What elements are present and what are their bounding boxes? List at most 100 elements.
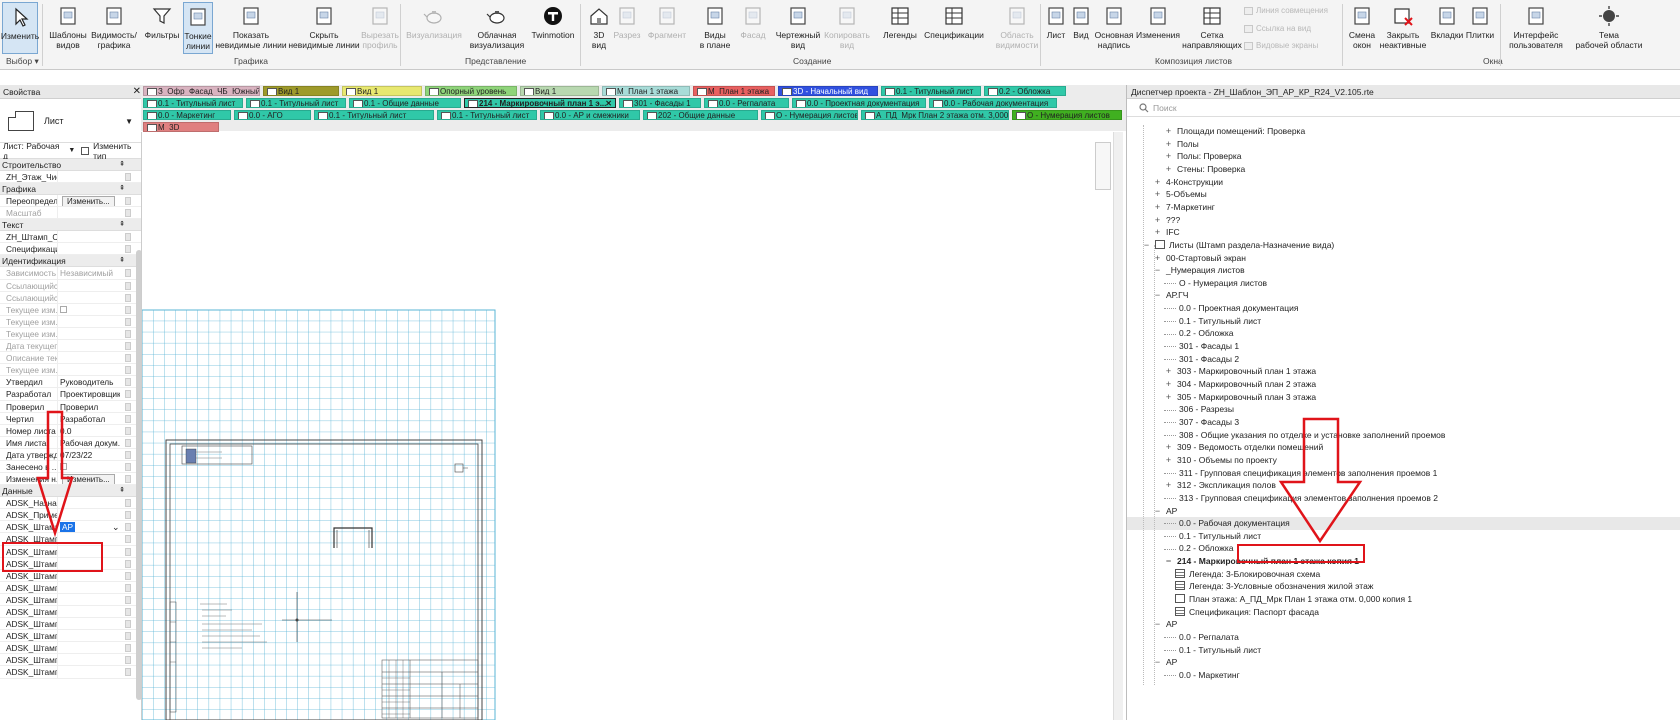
browser-tree-item[interactable]: − АР — [1153, 656, 1177, 669]
view-tab[interactable]: 0.1 - Титульный лист — [881, 86, 981, 96]
browser-tree-item[interactable]: + Полы — [1164, 138, 1199, 151]
view-tab[interactable]: 0.0 - Рабочая документация — [929, 98, 1057, 108]
view-templates-button[interactable]: Шаблоны видов — [48, 2, 88, 54]
browser-tree-item[interactable]: +??? — [1153, 214, 1180, 227]
title-block-button[interactable]: Основная надпись — [1095, 2, 1133, 54]
view-tab[interactable]: М_3D — [143, 122, 219, 132]
view-tab[interactable]: Вид 1 — [342, 86, 422, 96]
small-ribbon-button[interactable]: Видовые экраны — [1244, 41, 1318, 50]
chevron-down-icon[interactable]: ⌄ — [112, 521, 120, 533]
edit-button[interactable]: Изменить... — [62, 474, 115, 485]
chevron-down-icon[interactable]: ▼ — [68, 147, 75, 154]
3d-view-button[interactable]: 3D вид — [586, 2, 612, 54]
ribbon-group-label[interactable]: Выбор ▾ — [6, 56, 39, 67]
close-icon[interactable]: ✕ — [133, 85, 141, 99]
browser-tree-item[interactable]: План этажа: А_ПД_Мрк План 1 этажа отм. 0… — [1175, 593, 1412, 606]
theme-button[interactable]: Тема рабочей области — [1574, 2, 1644, 54]
filters-button[interactable]: Фильтры — [144, 2, 180, 54]
expand-icon[interactable]: + — [1164, 365, 1173, 378]
browser-tree-item[interactable]: 301 - Фасады 1 — [1164, 340, 1239, 353]
expand-icon[interactable]: + — [1153, 214, 1162, 227]
property-value[interactable] — [58, 606, 120, 617]
render-button[interactable]: Визуализация — [405, 2, 463, 54]
view-tab[interactable]: 0.0 - Регпалата — [704, 98, 789, 108]
browser-tree-item[interactable]: − Листы (Штамп раздела-Назначение вида) — [1142, 239, 1334, 252]
browser-tree-item[interactable]: 0.2 - Обложка — [1164, 542, 1233, 555]
show-hidden-button[interactable]: Показать невидимые линии — [215, 2, 287, 54]
browser-tree-item[interactable]: +312 - Экспликация полов — [1164, 479, 1276, 492]
legends-button[interactable]: Легенды — [882, 2, 918, 54]
modify-button[interactable]: Изменить — [1, 2, 39, 54]
expand-icon[interactable]: + — [1153, 226, 1162, 239]
small-ribbon-button[interactable]: Линия совмещения — [1244, 6, 1328, 15]
duplicate-view-button[interactable]: Копировать вид — [823, 2, 871, 54]
property-value[interactable] — [58, 292, 120, 303]
property-value[interactable]: Рабочая докум... — [58, 437, 120, 448]
section-button[interactable]: Разрез — [612, 2, 642, 54]
property-value[interactable] — [58, 666, 120, 677]
view-tab[interactable]: З_Офр_Фасад_ЧБ_Южный — [143, 86, 260, 96]
property-value[interactable] — [58, 497, 120, 508]
property-value[interactable]: Разработал — [58, 413, 120, 424]
cloud-render-button[interactable]: Облачная визуализация — [468, 2, 526, 54]
view-tab[interactable]: 202 - Общие данные — [643, 110, 758, 120]
browser-tree-item[interactable]: + IFC — [1153, 226, 1180, 239]
property-value[interactable] — [58, 461, 120, 472]
view-tab[interactable]: А_ПД_Мрк План 2 этажа отм. 3,000 — [861, 110, 1009, 120]
collapse-icon[interactable]: ⇞ — [119, 183, 125, 195]
property-value[interactable] — [58, 654, 120, 665]
view-tab[interactable]: М_План 1 этажа — [602, 86, 690, 96]
browser-tree-item[interactable]: Легенда: 3-Блокировочная схема — [1175, 568, 1320, 581]
browser-tree-item[interactable]: +4-Конструкции — [1153, 176, 1223, 189]
elevation-button[interactable]: Фасад — [738, 2, 768, 54]
property-value[interactable] — [58, 171, 120, 182]
property-value[interactable] — [58, 340, 120, 351]
property-value[interactable]: Проектировщик — [58, 388, 120, 399]
close-icon[interactable]: ✕ — [605, 99, 612, 107]
collapse-icon[interactable]: ⇞ — [119, 159, 125, 171]
view-button[interactable]: Вид — [1070, 2, 1092, 54]
visibility-graphics-button[interactable]: Видимость/ графика — [90, 2, 138, 54]
expand-icon[interactable]: + — [1164, 378, 1173, 391]
property-value[interactable] — [58, 594, 120, 605]
drawing-canvas[interactable] — [141, 132, 1123, 720]
edit-type-button[interactable]: Изменить тип — [93, 141, 145, 161]
edit-type-icon[interactable] — [81, 146, 90, 155]
scope-box-button[interactable]: Область видимости — [994, 2, 1040, 54]
view-tab[interactable]: 0.1 - Титульный лист — [143, 98, 243, 108]
cut-profile-button[interactable]: Вырезать профиль — [360, 2, 400, 54]
browser-tree-item[interactable]: − АР.ГЧ — [1153, 289, 1189, 302]
property-value[interactable] — [58, 364, 120, 375]
browser-tree-item[interactable]: − АР — [1153, 505, 1177, 518]
browser-tree-item[interactable]: 0.0 - Маркетинг — [1164, 669, 1240, 682]
chevron-down-icon[interactable]: ▼ — [125, 117, 133, 126]
tab-views-button[interactable]: Вкладки — [1430, 2, 1464, 54]
browser-tree-item[interactable]: 311 - Групповая спецификация элементов з… — [1164, 467, 1437, 480]
property-value-selected[interactable]: АР — [60, 522, 76, 533]
browser-tree-item[interactable]: 306 - Разрезы — [1164, 403, 1234, 416]
expand-icon[interactable]: + — [1164, 125, 1173, 138]
thin-lines-button[interactable]: Тонкие линии — [183, 2, 213, 54]
property-value[interactable]: Независимый — [58, 267, 120, 278]
expand-icon[interactable]: + — [1164, 138, 1173, 151]
property-value[interactable] — [58, 316, 120, 327]
browser-search[interactable]: Поиск — [1127, 99, 1680, 117]
property-value[interactable]: Изменить... — [58, 195, 120, 207]
browser-tree-item[interactable]: Легенда: 3-Условные обозначения жилой эт… — [1175, 580, 1374, 593]
browser-tree-item[interactable]: +305 - Маркировочный план 3 этажа — [1164, 391, 1316, 404]
view-tab[interactable]: М_План 1 этажа — [693, 86, 775, 96]
browser-tree-item[interactable]: +310 - Объемы по проекту — [1164, 454, 1277, 467]
browser-tree-item[interactable]: +303 - Маркировочный план 1 этажа — [1164, 365, 1316, 378]
property-value[interactable] — [58, 582, 120, 593]
view-tab[interactable]: Опорный уровень — [425, 86, 517, 96]
collapse-icon[interactable]: − — [1164, 555, 1173, 568]
property-value[interactable] — [58, 231, 120, 242]
property-value[interactable]: Проверил — [58, 401, 120, 412]
property-value[interactable]: 0.0 — [58, 425, 120, 436]
browser-tree-item[interactable]: 0.1 - Титульный лист — [1164, 530, 1261, 543]
hide-hidden-button[interactable]: Скрыть невидимые линии — [288, 2, 360, 54]
view-tab[interactable]: 0.1 - Титульный лист — [314, 110, 434, 120]
browser-tree-item[interactable]: − _Нумерация листов — [1153, 264, 1245, 277]
browser-tree-item[interactable]: О - Нумерация листов — [1164, 277, 1267, 290]
expand-icon[interactable]: + — [1153, 176, 1162, 189]
